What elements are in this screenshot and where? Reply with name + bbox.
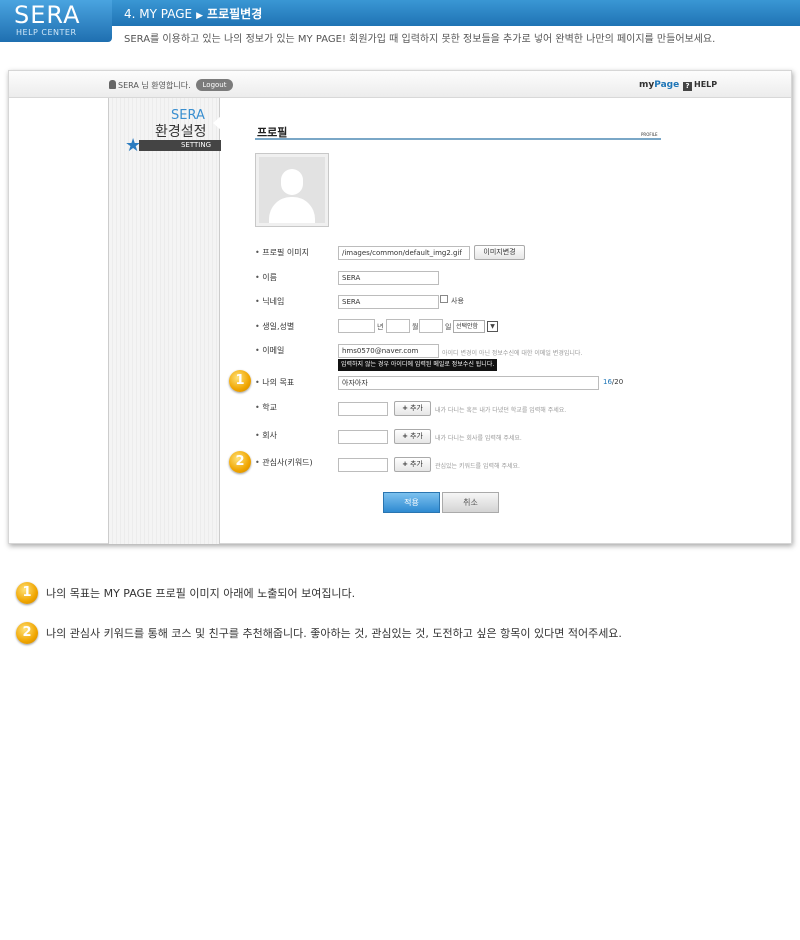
apply-button[interactable]: 적용 [383, 492, 440, 513]
nickname-field[interactable]: SERA [338, 295, 439, 309]
school-label: 학교 [255, 402, 277, 413]
mypage-link[interactable]: myPage [639, 80, 679, 90]
profile-screen-frame: SERA 님 환영합니다. Logout myPage ? HELP SERA 환… [8, 70, 792, 544]
email-tooltip: 입력하지 않는 경우 아이디에 입력된 메일로 정보수신 됩니다. [338, 359, 498, 371]
help-icon: ? [683, 82, 692, 91]
logo-text: SERA [14, 1, 81, 29]
sidebar-subtitle: SETTING [139, 140, 221, 151]
profile-avatar [255, 153, 329, 227]
site-top-nav: SERA 님 환영합니다. Logout myPage ? HELP [9, 71, 791, 98]
note-2-text: 나의 관심사 키워드를 통해 코스 및 친구를 추천해줍니다. 좋아하는 것, … [46, 627, 622, 640]
add-interest-button[interactable]: + 추가 [394, 457, 431, 472]
top-header-bar [0, 0, 800, 26]
nickname-use-checkbox[interactable] [440, 295, 448, 303]
welcome-message: SERA 님 환영합니다. [109, 80, 191, 91]
breadcrumb-page: 프로필변경 [207, 7, 263, 21]
email-label: 이메일 [255, 345, 284, 356]
avatar-body-shape [269, 197, 315, 223]
logout-button[interactable]: Logout [196, 79, 233, 91]
avatar-head-shape [281, 169, 303, 195]
mypage-prefix: my [639, 80, 655, 90]
birth-month-field[interactable] [386, 319, 410, 333]
company-hint: 내가 다니는 회사를 입력해 주세요. [435, 435, 522, 442]
company-label: 회사 [255, 430, 277, 441]
nickname-use-label: 사용 [451, 297, 464, 305]
plus-icon: + [402, 460, 408, 468]
chevron-right-icon: ▶ [196, 11, 204, 21]
nickname-label: 닉네임 [255, 296, 284, 307]
user-icon [109, 80, 116, 89]
sera-logo[interactable]: SERA HELP CENTER [0, 0, 112, 42]
interest-field[interactable] [338, 458, 388, 472]
cancel-button[interactable]: 취소 [442, 492, 499, 513]
marker-2-badge: 2 [229, 451, 251, 473]
note-2: 2 나의 관심사 키워드를 통해 코스 및 친구를 추천해줍니다. 좋아하는 것,… [16, 622, 622, 644]
add-company-button[interactable]: + 추가 [394, 429, 431, 444]
sidebar-title: 환경설정 [155, 124, 207, 140]
note-2-badge: 2 [16, 622, 38, 644]
profile-image-path-field[interactable]: /images/common/default_img2.gif [338, 246, 470, 260]
sidebar-notch [213, 116, 221, 130]
change-image-button[interactable]: 이미지변경 [474, 245, 525, 260]
school-field[interactable] [338, 402, 388, 416]
gender-select[interactable]: 선택안함 [453, 320, 485, 333]
goal-char-count: 16/20 [603, 378, 624, 386]
day-unit: 일 [445, 323, 452, 331]
logo-subtitle: HELP CENTER [16, 28, 77, 37]
school-hint: 내가 다니는 혹은 내가 다녔던 학교를 입력해 주세요. [435, 407, 567, 414]
chevron-down-icon[interactable]: ▼ [487, 321, 498, 332]
title-divider [255, 138, 661, 140]
goal-label: 나의 목표 [255, 377, 294, 388]
marker-1-badge: 1 [229, 370, 251, 392]
month-unit: 월 [412, 323, 419, 331]
birth-day-field[interactable] [419, 319, 443, 333]
plus-icon: + [402, 404, 408, 412]
birth-year-field[interactable] [338, 319, 375, 333]
year-unit: 년 [377, 323, 384, 331]
breadcrumb-section: 4. MY PAGE [124, 7, 193, 21]
name-label: 이름 [255, 272, 277, 283]
content-title-small: PROFILE [641, 132, 658, 137]
interest-label: 관심사(키워드) [255, 457, 312, 468]
page-description: SERA를 이용하고 있는 나의 정보가 있는 MY PAGE! 회원가입 때 … [124, 34, 716, 45]
goal-field[interactable]: 아자아자 [338, 376, 599, 390]
email-field[interactable]: hms0570@naver.com [338, 344, 439, 358]
plus-icon: + [402, 432, 408, 440]
email-hint: 아이디 변경이 아닌 정보수신에 대한 이메일 변경입니다. [442, 350, 583, 357]
note-1-badge: 1 [16, 582, 38, 604]
breadcrumb: 4. MY PAGE ▶ 프로필변경 [124, 5, 262, 22]
name-field[interactable]: SERA [338, 271, 439, 285]
note-1: 1 나의 목표는 MY PAGE 프로필 이미지 아래에 노출되어 보여집니다. [16, 582, 355, 604]
company-field[interactable] [338, 430, 388, 444]
interest-hint: 관심있는 키워드를 입력해 주세요. [435, 463, 520, 470]
settings-sidebar: SERA 환경설정 ★ SETTING [108, 98, 221, 544]
mypage-suffix: Page [654, 80, 680, 90]
add-school-button[interactable]: + 추가 [394, 401, 431, 416]
birth-gender-label: 생일,성별 [255, 321, 294, 332]
profile-image-label: 프로필 이미지 [255, 247, 309, 258]
note-1-text: 나의 목표는 MY PAGE 프로필 이미지 아래에 노출되어 보여집니다. [46, 587, 356, 600]
help-link[interactable]: ? HELP [683, 80, 717, 91]
